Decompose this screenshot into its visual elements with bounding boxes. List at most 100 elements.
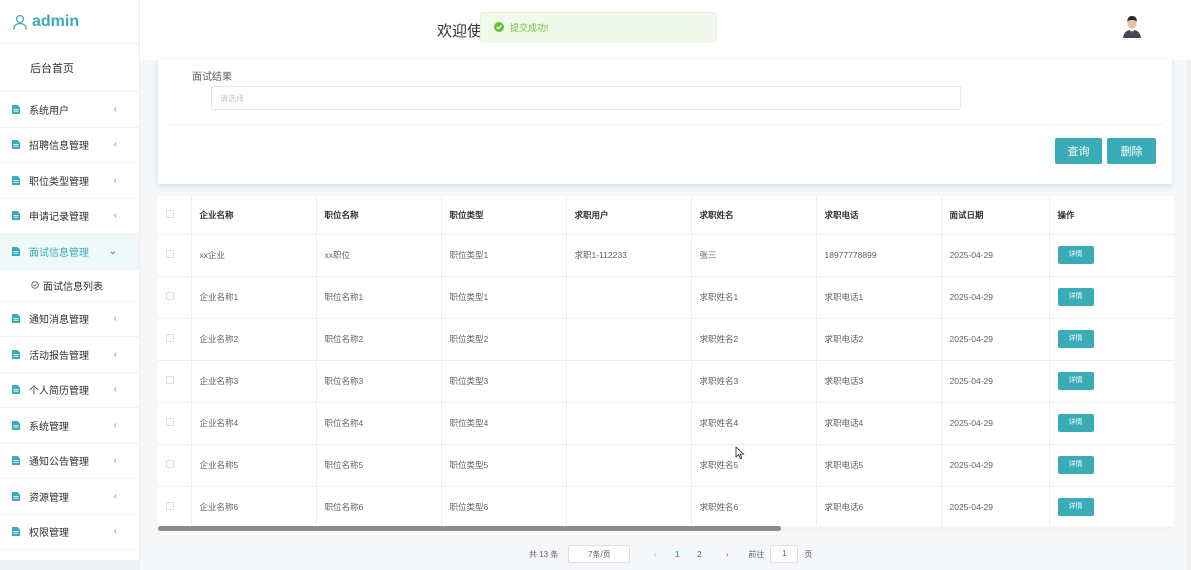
- welcome-text: 欢迎使: [437, 23, 483, 40]
- table-cell: xx企业: [191, 234, 317, 277]
- pagination: 共 13 条 7条/页 ‹ 1 2 › 前往 1 页: [529, 545, 812, 563]
- detail-button[interactable]: 详情: [1057, 246, 1094, 264]
- row-checkbox[interactable]: [166, 292, 174, 300]
- prev-page-button[interactable]: ‹: [648, 550, 662, 559]
- table-row[interactable]: 企业名称5 职位名称5 职位类型5 求职姓名5 求职电话5 2025-04-29 详情: [158, 444, 1174, 487]
- table-cell: 2025-04-29: [941, 234, 1050, 277]
- table-cell: 求职电话4: [816, 402, 942, 445]
- chevron-left-icon: ‹: [113, 210, 117, 222]
- chevron-down-icon: ⌄: [108, 245, 117, 257]
- column-header[interactable]: 职位类型: [441, 196, 567, 235]
- table-cell: 企业名称3: [191, 360, 317, 403]
- page-scrollbar[interactable]: [1186, 60, 1191, 570]
- goto-prefix: 前往: [748, 549, 765, 559]
- sidebar-item[interactable]: 面试信息管理 ⌄: [0, 234, 139, 270]
- sidebar-item[interactable]: 系统用户 ‹: [0, 92, 139, 128]
- table-row[interactable]: 企业名称1 职位名称1 职位类型1 求职姓名1 求职电话1 2025-04-29 详情: [158, 276, 1174, 319]
- sidebar-item-label: 系统管理: [29, 421, 69, 433]
- detail-button[interactable]: 详情: [1057, 414, 1094, 432]
- sidebar-item-label: 通知消息管理: [29, 315, 89, 327]
- column-header[interactable]: 求职用户: [566, 196, 692, 235]
- row-checkbox[interactable]: [166, 502, 174, 510]
- row-checkbox[interactable]: [166, 376, 174, 384]
- detail-button[interactable]: 详情: [1057, 498, 1094, 516]
- table-row[interactable]: 企业名称6 职位名称6 职位类型6 求职姓名6 求职电话6 2025-04-29 详情: [158, 486, 1174, 529]
- sidebar-item-home[interactable]: 后台首页: [0, 44, 139, 92]
- top-header: 欢迎使 提交成功!: [140, 0, 1191, 60]
- next-page-button[interactable]: ›: [720, 550, 734, 559]
- sidebar-item-label: 招聘信息管理: [29, 141, 89, 153]
- sidebar-item[interactable]: 系统管理 ‹: [0, 408, 139, 444]
- select-all-checkbox[interactable]: [166, 209, 174, 218]
- detail-button[interactable]: 详情: [1057, 456, 1094, 474]
- success-toast: 提交成功!: [480, 12, 717, 42]
- sidebar-item-label: 系统用户: [29, 105, 69, 117]
- document-icon: [12, 104, 20, 114]
- column-header[interactable]: 企业名称: [191, 196, 317, 235]
- page-size-select[interactable]: 7条/页: [568, 545, 631, 563]
- table-row[interactable]: xx企业 xx职位 职位类型1 求职1-112233 张三 18977778899 2025…: [158, 234, 1174, 277]
- goto-page-input[interactable]: 1: [770, 545, 799, 563]
- column-header[interactable]: 面试日期: [941, 196, 1050, 235]
- column-header: 操作: [1049, 196, 1174, 235]
- sidebar-item[interactable]: 权限管理 ‹: [0, 515, 139, 550]
- document-icon: [12, 349, 20, 359]
- submenu-item-interview-list[interactable]: 面试信息列表: [0, 269, 139, 302]
- table-cell: 职位类型6: [441, 486, 567, 529]
- horizontal-scrollbar-thumb[interactable]: [158, 526, 781, 531]
- row-select-cell: [158, 276, 192, 319]
- sidebar-item-label: 职位类型管理: [29, 176, 89, 188]
- sidebar-item[interactable]: 个人简历管理 ‹: [0, 373, 139, 408]
- chevron-left-icon: ‹: [113, 174, 117, 186]
- goto-suffix: 页: [804, 549, 813, 559]
- document-icon: [12, 140, 20, 150]
- table-row[interactable]: 企业名称4 职位名称4 职位类型4 求职姓名4 求职电话4 2025-04-29 详情: [158, 402, 1174, 445]
- query-button[interactable]: 查询: [1055, 138, 1102, 164]
- sidebar-item[interactable]: 通知公告管理 ‹: [0, 444, 139, 479]
- page-button-1[interactable]: 1: [670, 550, 684, 559]
- sidebar-item[interactable]: 活动报告管理 ‹: [0, 337, 139, 373]
- row-checkbox[interactable]: [166, 334, 174, 342]
- brand[interactable]: admin: [0, 0, 139, 44]
- table-row[interactable]: 企业名称3 职位名称3 职位类型3 求职姓名3 求职电话3 2025-04-29 详情: [158, 360, 1174, 403]
- row-select-cell: [158, 444, 192, 487]
- sidebar-item[interactable]: 职位类型管理 ‹: [0, 163, 139, 199]
- row-select-cell: [158, 486, 192, 529]
- table-cell: 2025-04-29: [941, 360, 1050, 403]
- detail-button[interactable]: 详情: [1057, 288, 1094, 306]
- column-header[interactable]: 职位名称: [316, 196, 442, 235]
- chevron-left-icon: ‹: [113, 490, 117, 502]
- column-header[interactable]: 求职电话: [816, 196, 942, 235]
- document-icon: [12, 246, 20, 256]
- sidebar-item-label: 权限管理: [29, 528, 69, 540]
- row-checkbox[interactable]: [166, 460, 174, 468]
- document-icon: [12, 527, 20, 537]
- sidebar-item[interactable]: 申请记录管理 ‹: [0, 199, 139, 234]
- row-checkbox[interactable]: [166, 418, 174, 426]
- column-header[interactable]: 求职姓名: [691, 196, 817, 235]
- table-cell: 求职姓名1: [691, 276, 817, 319]
- table-cell: 求职姓名2: [691, 318, 817, 361]
- table-cell: [566, 318, 692, 361]
- detail-button[interactable]: 详情: [1057, 372, 1094, 390]
- page-button-2[interactable]: 2: [692, 550, 706, 559]
- table-cell: 求职姓名3: [691, 360, 817, 403]
- detail-button[interactable]: 详情: [1057, 330, 1094, 348]
- sidebar-item[interactable]: 招聘信息管理 ‹: [0, 128, 139, 163]
- table-cell: 求职姓名4: [691, 402, 817, 445]
- toast-message: 提交成功!: [510, 22, 549, 33]
- document-icon: [12, 491, 20, 501]
- chevron-left-icon: ‹: [113, 526, 117, 538]
- action-cell: 详情: [1049, 486, 1174, 529]
- table-cell: 张三: [691, 234, 817, 277]
- table-row[interactable]: 企业名称2 职位名称2 职位类型2 求职姓名2 求职电话2 2025-04-29 详情: [158, 318, 1174, 361]
- sidebar-item[interactable]: 通知消息管理 ‹: [0, 302, 139, 337]
- row-checkbox[interactable]: [166, 250, 174, 258]
- sidebar-item-label: 通知公告管理: [29, 457, 89, 469]
- interview-result-select[interactable]: 请选择: [211, 86, 961, 110]
- table-cell: 职位名称6: [316, 486, 442, 529]
- avatar[interactable]: [1121, 14, 1143, 38]
- delete-button[interactable]: 删除: [1107, 138, 1156, 164]
- table-cell: [566, 444, 692, 487]
- sidebar-item[interactable]: 资源管理 ‹: [0, 479, 139, 515]
